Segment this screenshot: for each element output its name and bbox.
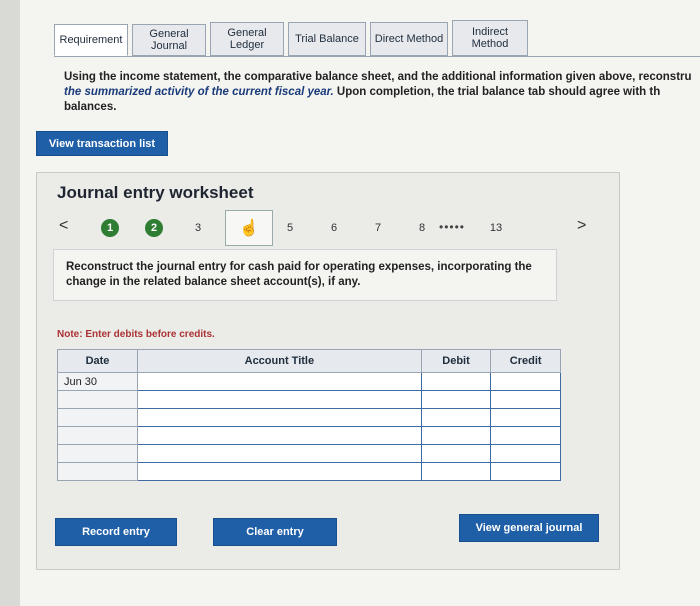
account-title-input[interactable] (137, 408, 422, 427)
worksheet-title: Journal entry worksheet (57, 183, 254, 202)
table-header-row: Date Account Title Debit Credit (56, 349, 561, 373)
debit-credit-note: Note: Enter debits before credits. (57, 329, 215, 340)
date-cell (56, 408, 139, 427)
prev-arrow-icon[interactable]: < (59, 217, 68, 235)
instructions: Using the income statement, the comparat… (64, 70, 700, 115)
date-cell (56, 390, 139, 409)
tab-label: Trial Balance (295, 33, 359, 45)
date-header: Date (56, 349, 139, 373)
tab-requirement[interactable]: Requirement (54, 24, 128, 56)
date-cell: Jun 30 (56, 372, 139, 391)
next-arrow-icon[interactable]: > (577, 217, 586, 235)
debit-input[interactable] (420, 390, 492, 409)
hand-pointer-icon: ☝ (239, 220, 259, 237)
table-row: Jun 30 (56, 372, 561, 391)
tab-label: Direct Method (374, 33, 444, 45)
instructions-text: balances. (64, 101, 117, 113)
step-13[interactable]: 13 (487, 219, 505, 237)
journal-entry-table: Date Account Title Debit Credit Jun 30 (56, 349, 561, 481)
credit-input[interactable] (490, 408, 561, 427)
credit-input[interactable] (490, 444, 561, 463)
tab-trial-balance[interactable]: Trial Balance (288, 22, 366, 56)
step-1[interactable]: 1 (101, 219, 119, 237)
tab-bar: Requirement General Journal General Ledg… (54, 20, 532, 56)
step-7[interactable]: 7 (369, 219, 387, 237)
account-title-header: Account Title (137, 349, 422, 373)
date-cell (56, 462, 139, 481)
credit-input[interactable] (490, 426, 561, 445)
table-row (56, 462, 561, 481)
instructions-text: Upon completion, the trial balance tab s… (333, 86, 661, 98)
debit-input[interactable] (420, 462, 492, 481)
tab-label: General Journal (149, 28, 189, 52)
record-entry-button[interactable]: Record entry (55, 518, 177, 546)
step-current[interactable]: ☝ (225, 210, 273, 246)
instructions-emphasis: the summarized activity of the current f… (64, 86, 334, 98)
account-title-input[interactable] (137, 462, 422, 481)
debit-input[interactable] (420, 444, 492, 463)
table-row (56, 426, 561, 445)
view-transaction-list-button[interactable]: View transaction list (36, 131, 168, 156)
steps-ellipsis: ••••• (439, 220, 466, 234)
table-row (56, 408, 561, 427)
credit-input[interactable] (490, 390, 561, 409)
tab-indirect-method[interactable]: Indirect Method (452, 20, 528, 56)
debit-input[interactable] (420, 426, 492, 445)
tab-label: General Ledger (227, 27, 267, 51)
journal-entry-worksheet: Journal entry worksheet < 1 2 3 ☝ 5 6 7 … (36, 172, 620, 570)
instructions-text: Using the income statement, the comparat… (64, 71, 692, 83)
account-title-input[interactable] (137, 390, 422, 409)
tab-direct-method[interactable]: Direct Method (370, 22, 448, 56)
clear-entry-button[interactable]: Clear entry (213, 518, 337, 546)
table-row (56, 390, 561, 409)
step-3[interactable]: 3 (189, 219, 207, 237)
entry-prompt: Reconstruct the journal entry for cash p… (53, 249, 557, 301)
table-row (56, 444, 561, 463)
account-title-input[interactable] (137, 372, 422, 391)
account-title-input[interactable] (137, 444, 422, 463)
debit-input[interactable] (420, 372, 492, 391)
step-6[interactable]: 6 (325, 219, 343, 237)
date-cell (56, 426, 139, 445)
account-title-input[interactable] (137, 426, 422, 445)
credit-input[interactable] (490, 462, 561, 481)
step-navigation: < 1 2 3 ☝ 5 6 7 8 ••••• 13 > (59, 210, 599, 246)
tab-label: Requirement (59, 34, 123, 46)
tab-general-ledger[interactable]: General Ledger (210, 22, 284, 56)
credit-header: Credit (490, 349, 561, 373)
step-5[interactable]: 5 (281, 219, 299, 237)
date-cell (56, 444, 139, 463)
tab-divider (54, 56, 700, 57)
debit-input[interactable] (420, 408, 492, 427)
debit-header: Debit (420, 349, 492, 373)
tab-general-journal[interactable]: General Journal (132, 24, 206, 56)
step-2[interactable]: 2 (145, 219, 163, 237)
tab-label: Indirect Method (471, 26, 509, 50)
step-8[interactable]: 8 (413, 219, 431, 237)
credit-input[interactable] (490, 372, 561, 391)
view-general-journal-button[interactable]: View general journal (459, 514, 599, 542)
